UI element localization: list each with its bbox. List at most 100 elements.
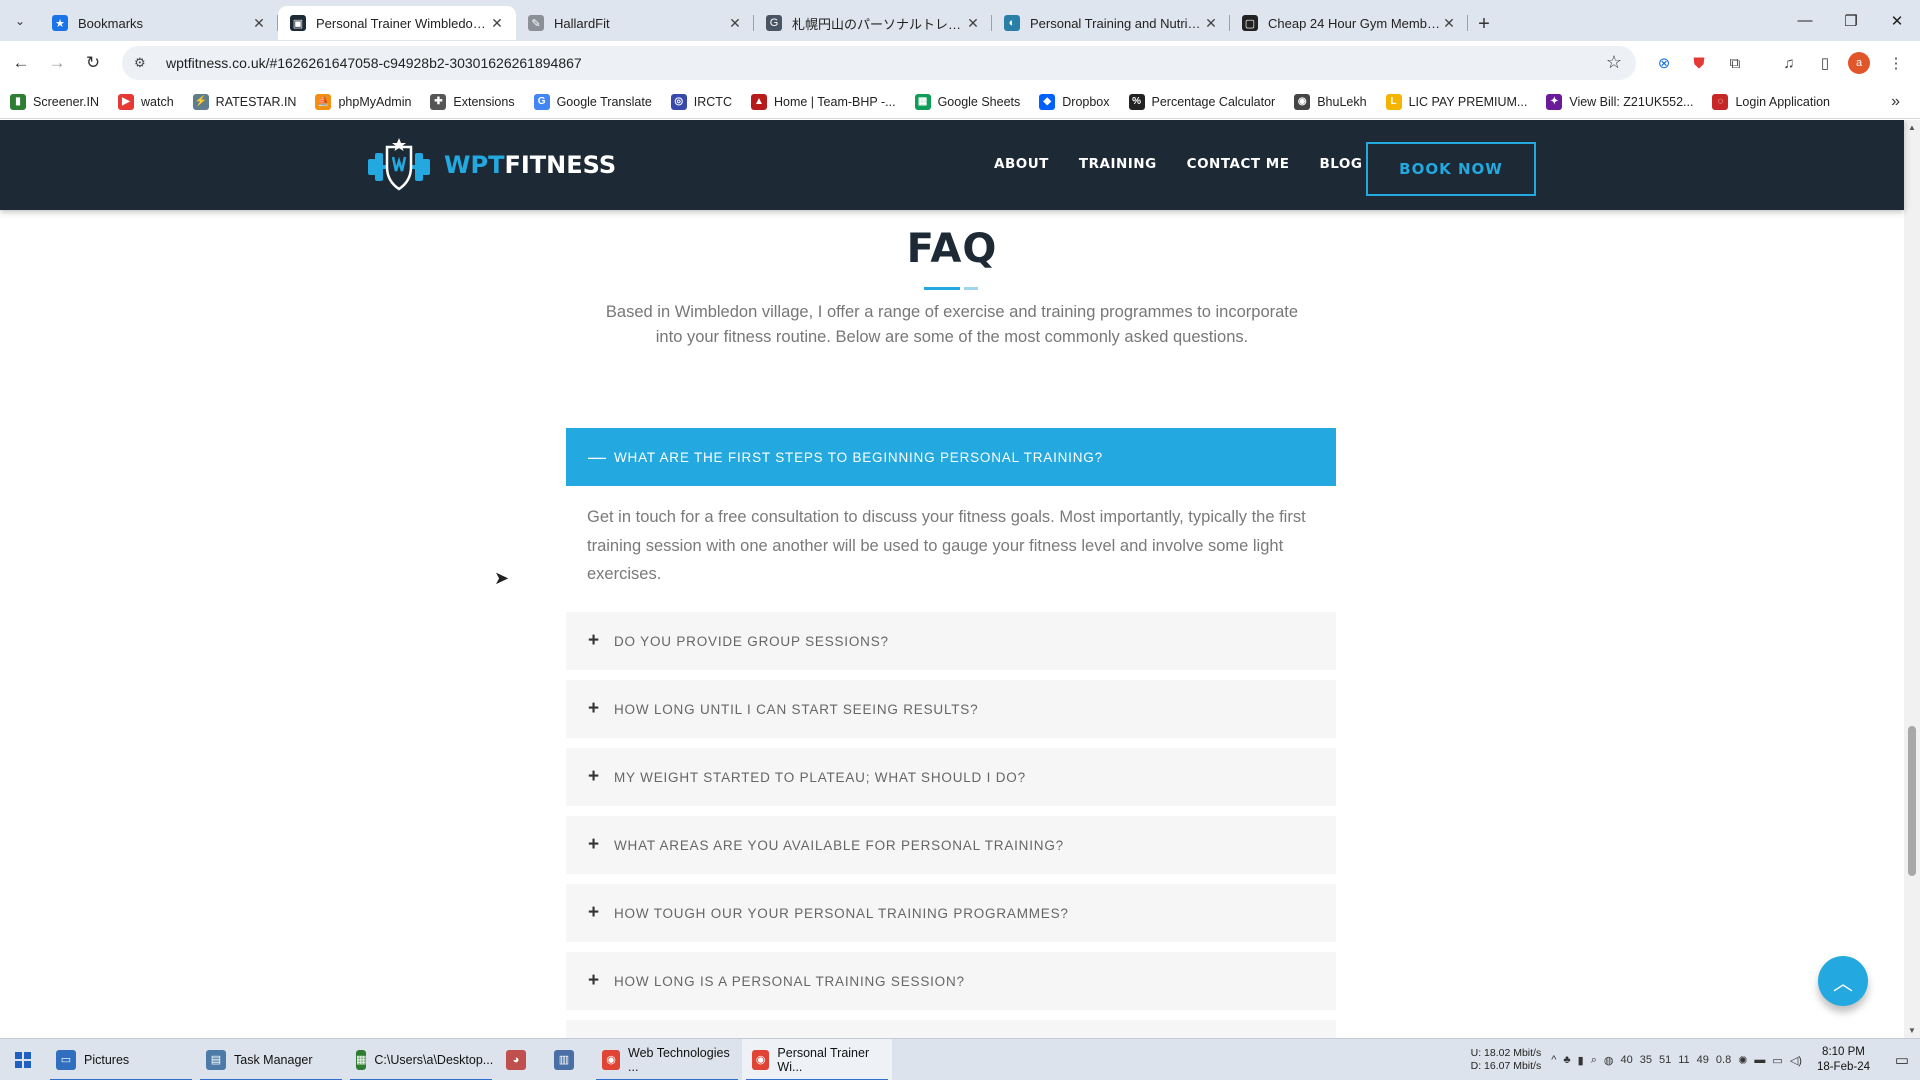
accordion-item[interactable]: + HOW TOUGH OUR YOUR PERSONAL TRAINING PR… <box>566 884 1336 942</box>
scroll-to-top-button[interactable]: ︿ <box>1818 956 1868 1006</box>
scroll-down-arrow-icon[interactable]: ▼ <box>1908 1026 1916 1035</box>
accordion-item[interactable] <box>566 1020 1336 1038</box>
bookmark-item[interactable]: ◉ BhuLekh <box>1294 93 1367 110</box>
tab[interactable]: ▢ Cheap 24 Hour Gym Membersh ✕ <box>1230 6 1468 40</box>
close-window-button[interactable]: ✕ <box>1874 0 1920 41</box>
taskbar-app[interactable]: ▥ <box>544 1039 592 1080</box>
bookmarks-bar: ▮ Screener.IN ▶ watch ⚡ RATESTAR.IN ⛵ phpMyAdmi… <box>0 85 1920 119</box>
shield-icon[interactable]: ⛊ <box>1686 50 1712 76</box>
accordion-question: HOW LONG IS A PERSONAL TRAINING SESSION? <box>614 973 965 989</box>
bookmark-item[interactable]: L LIC PAY PREMIUM... <box>1385 93 1527 110</box>
taskbar-app[interactable]: ▭ Pictures <box>46 1039 196 1080</box>
accordion-item[interactable]: + HOW LONG IS A PERSONAL TRAINING SESSION… <box>566 952 1336 1010</box>
plus-icon: + <box>1478 12 1490 35</box>
forward-button[interactable]: → <box>42 48 72 78</box>
bookmark-item[interactable]: ▲ Home | Team-BHP -... <box>750 93 896 110</box>
close-tab-icon[interactable]: ✕ <box>1202 15 1220 32</box>
side-panel-icon[interactable]: ▯ <box>1812 50 1838 76</box>
tray-icon[interactable]: 11 <box>1678 1054 1689 1066</box>
windows-taskbar: ▭ Pictures ▤ Task Manager ▦ C:\Users\a\Deskto… <box>0 1038 1920 1080</box>
tray-icon[interactable]: ✺ <box>1738 1054 1747 1067</box>
scrollbar-thumb[interactable] <box>1908 726 1916 876</box>
kebab-menu-icon[interactable]: ⋮ <box>1883 50 1909 76</box>
close-tab-icon[interactable]: ✕ <box>1440 15 1458 32</box>
taskbar-app[interactable]: ▤ Task Manager <box>196 1039 346 1080</box>
minimize-button[interactable]: — <box>1782 0 1828 41</box>
accordion-item[interactable]: + DO YOU PROVIDE GROUP SESSIONS? <box>566 612 1336 670</box>
site-info-icon[interactable]: ⚙ <box>134 55 154 71</box>
bookmark-item[interactable]: ✦ View Bill: Z21UK552... <box>1546 93 1694 110</box>
tab[interactable]: ★ Bookmarks ✕ <box>40 6 278 40</box>
clock[interactable]: 8:10 PM 18-Feb-24 <box>1817 1045 1870 1075</box>
tray-icon[interactable]: 0.8 <box>1716 1054 1731 1066</box>
bookmark-star-icon[interactable]: ☆ <box>1606 52 1622 73</box>
tray-icon[interactable]: ▭ <box>1772 1054 1782 1067</box>
restore-button[interactable]: ❐ <box>1828 0 1874 41</box>
accordion-item[interactable]: + HOW LONG UNTIL I CAN START SEEING RESUL… <box>566 680 1336 738</box>
accordion-item[interactable]: + MY WEIGHT STARTED TO PLATEAU; WHAT SHOU… <box>566 748 1336 806</box>
tray-icon[interactable]: ▬ <box>1754 1054 1765 1066</box>
bookmarks-overflow-icon[interactable]: » <box>1891 93 1900 111</box>
accordion-item-active[interactable]: — WHAT ARE THE FIRST STEPS TO BEGINNING … <box>566 428 1336 486</box>
app-label: Task Manager <box>234 1052 313 1067</box>
close-tab-icon[interactable]: ✕ <box>250 15 268 32</box>
extension-icon[interactable]: ⊗ <box>1651 50 1677 76</box>
close-tab-icon[interactable]: ✕ <box>488 15 506 32</box>
bookmark-item[interactable]: ⚡ RATESTAR.IN <box>192 93 296 110</box>
close-tab-icon[interactable]: ✕ <box>964 15 982 32</box>
bookmark-item[interactable]: ◎ IRCTC <box>670 93 732 110</box>
nav-link-contact-me[interactable]: CONTACT ME <box>1187 156 1290 172</box>
tray-icon[interactable]: ▮ <box>1578 1054 1584 1067</box>
tray-icon[interactable]: 49 <box>1697 1054 1709 1066</box>
nav-link-training[interactable]: TRAINING <box>1079 156 1157 172</box>
tab[interactable]: ◐ Personal Training and Nutrition ✕ <box>992 6 1230 40</box>
tray-icon[interactable]: ◁) <box>1790 1054 1802 1067</box>
tab-search-button[interactable]: ⌄ <box>0 0 40 41</box>
book-now-button[interactable]: BOOK NOW <box>1366 142 1536 196</box>
new-tab-button[interactable]: + <box>1468 7 1500 41</box>
page-scrollbar[interactable]: ▲ ▼ <box>1904 120 1920 1038</box>
accordion-item[interactable]: + WHAT AREAS ARE YOU AVAILABLE FOR PERSON… <box>566 816 1336 874</box>
bookmark-item[interactable]: ◌ Login Application <box>1712 93 1830 110</box>
bookmark-item[interactable]: ◆ Dropbox <box>1039 93 1110 110</box>
bookmark-label: View Bill: Z21UK552... <box>1569 94 1694 109</box>
bookmark-item[interactable]: ✚ Extensions <box>430 93 515 110</box>
bookmark-favicon-icon: ✚ <box>430 93 447 110</box>
tab[interactable]: ▣ Personal Trainer Wimbledon Vil ✕ <box>278 6 516 40</box>
taskbar-app[interactable]: ◉ Personal Trainer Wi... <box>742 1038 892 1080</box>
tray-icon[interactable]: 40 <box>1620 1054 1632 1066</box>
bookmark-item[interactable]: ▦ Google Sheets <box>914 93 1020 110</box>
taskbar-app[interactable]: ◉ Web Technologies ... <box>592 1039 742 1080</box>
tab[interactable]: ✎ HallardFit ✕ <box>516 6 754 40</box>
bookmark-item[interactable]: ▶ watch <box>118 93 174 110</box>
tray-icon[interactable]: 51 <box>1659 1054 1671 1066</box>
start-button[interactable] <box>0 1039 46 1080</box>
tab-title: 札幌円山のパーソナルトレーニング・ <box>792 16 964 32</box>
tray-icon[interactable]: ^ <box>1551 1054 1556 1066</box>
tray-icon[interactable]: ◍ <box>1604 1054 1614 1067</box>
tab-strip: ⌄ ★ Bookmarks ✕ ▣ Personal Trainer Wimbledon… <box>0 0 1920 41</box>
address-bar[interactable]: ⚙ wptfitness.co.uk/#1626261647058-c94928… <box>122 46 1636 80</box>
back-button[interactable]: ← <box>6 48 36 78</box>
close-tab-icon[interactable]: ✕ <box>726 15 744 32</box>
url-text[interactable]: wptfitness.co.uk/#1626261647058-c94928b2… <box>166 55 582 71</box>
taskbar-app[interactable]: ◕ <box>496 1039 544 1080</box>
tab[interactable]: G 札幌円山のパーソナルトレーニング・✕ <box>754 6 992 40</box>
reload-button[interactable]: ↻ <box>78 48 108 78</box>
notification-icon[interactable]: ▭ <box>1884 1051 1920 1069</box>
profile-avatar-icon[interactable]: a <box>1848 52 1870 74</box>
bookmark-item[interactable]: % Percentage Calculator <box>1128 93 1275 110</box>
tray-icon[interactable]: 35 <box>1640 1054 1652 1066</box>
nav-link-about[interactable]: ABOUT <box>994 156 1049 172</box>
tray-icon[interactable]: ⌕ <box>1591 1054 1597 1067</box>
scroll-up-arrow-icon[interactable]: ▲ <box>1908 123 1916 132</box>
bookmark-item[interactable]: ▮ Screener.IN <box>10 93 99 110</box>
tray-icon[interactable]: ♣ <box>1563 1054 1570 1066</box>
puzzle-icon[interactable]: ⧉ <box>1722 50 1748 76</box>
nav-link-blog[interactable]: BLOG <box>1319 156 1362 172</box>
taskbar-app[interactable]: ▦ C:\Users\a\Desktop... <box>346 1039 496 1080</box>
site-logo[interactable]: WPTFITNESS <box>366 137 616 193</box>
media-control-icon[interactable]: ♫ <box>1776 50 1802 76</box>
bookmark-item[interactable]: ⛵ phpMyAdmin <box>315 93 411 110</box>
bookmark-item[interactable]: G Google Translate <box>533 93 652 110</box>
